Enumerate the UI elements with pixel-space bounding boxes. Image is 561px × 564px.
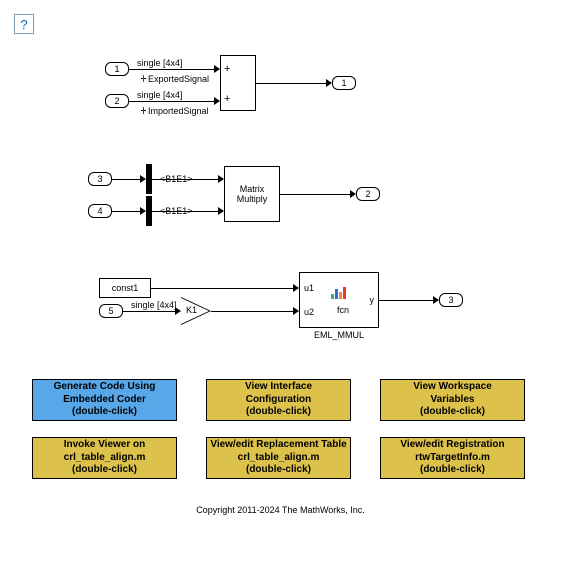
eml-port-u1: u1 xyxy=(304,283,314,293)
sum-op-1: + xyxy=(224,64,230,75)
annot-edit-registration[interactable]: View/edit Registration rtwTargetInfo.m (… xyxy=(380,437,525,479)
constant-block[interactable]: const1 xyxy=(99,278,151,298)
inport-4[interactable]: 4 xyxy=(88,204,112,218)
signal-name-imported: ImportedSignal xyxy=(148,106,209,116)
annot-text: View/edit Registration rtwTargetInfo.m (… xyxy=(400,439,504,477)
wire xyxy=(379,300,435,301)
annot-view-workspace[interactable]: View Workspace Variables (double-click) xyxy=(380,379,525,421)
wire xyxy=(151,288,295,289)
matlab-icon xyxy=(331,287,349,299)
annot-view-interface[interactable]: View Interface Configuration (double-cli… xyxy=(206,379,351,421)
signal-dtype-5: single [4x4] xyxy=(131,300,177,310)
copyright: Copyright 2011-2024 The MathWorks, Inc. xyxy=(0,505,561,515)
annot-text: Generate Code Using Embedded Coder (doub… xyxy=(54,381,156,419)
wire xyxy=(129,69,216,70)
gain-label: K1 xyxy=(186,305,197,315)
signal-storage-exp xyxy=(141,74,146,83)
signal-dtype-2: single [4x4] xyxy=(137,90,183,100)
wire xyxy=(256,83,328,84)
signal-storage-imp xyxy=(141,106,146,115)
inport-2[interactable]: 2 xyxy=(105,94,129,108)
wire xyxy=(112,179,142,180)
matrix-multiply-block[interactable]: Matrix Multiply xyxy=(224,166,280,222)
wire xyxy=(112,211,142,212)
inport-5[interactable]: 5 xyxy=(99,304,123,318)
signal-name-exported: ExportedSignal xyxy=(148,74,209,84)
signal-dtype-1: single [4x4] xyxy=(137,58,183,68)
annot-text: View Interface Configuration (double-cli… xyxy=(245,381,312,419)
annot-invoke-viewer[interactable]: Invoke Viewer on crl_table_align.m (doub… xyxy=(32,437,177,479)
wire xyxy=(211,311,295,312)
eml-port-y: y xyxy=(370,295,375,305)
wire xyxy=(123,311,177,312)
annot-generate-code[interactable]: Generate Code Using Embedded Coder (doub… xyxy=(32,379,177,421)
annot-text: View/edit Replacement Table crl_table_al… xyxy=(210,439,346,477)
annot-text: Invoke Viewer on crl_table_align.m (doub… xyxy=(64,439,146,477)
matlab-function-block[interactable]: u1 u2 y fcn xyxy=(299,272,379,328)
wire xyxy=(129,101,216,102)
sum-block[interactable]: + + xyxy=(220,55,256,111)
wire xyxy=(152,179,220,180)
gain-block[interactable]: K1 xyxy=(181,297,211,325)
outport-1[interactable]: 1 xyxy=(332,76,356,90)
outport-2[interactable]: 2 xyxy=(356,187,380,201)
annot-edit-crl[interactable]: View/edit Replacement Table crl_table_al… xyxy=(206,437,351,479)
wire xyxy=(280,194,352,195)
help-block[interactable]: ? xyxy=(14,14,34,34)
annot-text: View Workspace Variables (double-click) xyxy=(413,381,492,419)
sum-op-2: + xyxy=(224,94,230,105)
eml-fcn-label: fcn xyxy=(333,305,353,315)
outport-3[interactable]: 3 xyxy=(439,293,463,307)
inport-3[interactable]: 3 xyxy=(88,172,112,186)
eml-block-name: EML_MMUL xyxy=(299,330,379,340)
wire xyxy=(152,211,220,212)
eml-port-u2: u2 xyxy=(304,307,314,317)
inport-1[interactable]: 1 xyxy=(105,62,129,76)
